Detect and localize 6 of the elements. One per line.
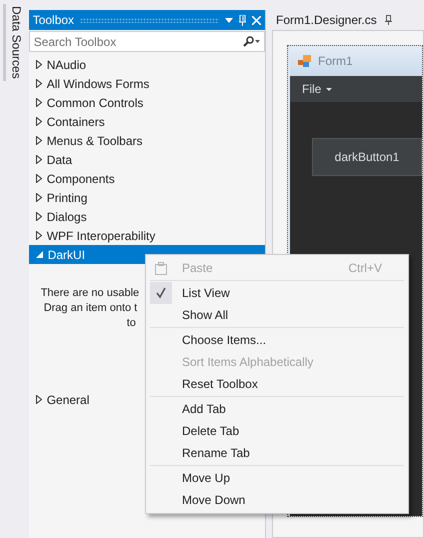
empty-group-message: Drag an item onto t [44, 301, 138, 316]
form-title: Form1 [318, 54, 353, 68]
empty-group-message: to [126, 316, 136, 331]
panel-title: Toolbox [32, 13, 74, 27]
shortcut-text: Ctrl+V [348, 261, 382, 275]
empty-group-message: There are no usable [40, 286, 140, 301]
